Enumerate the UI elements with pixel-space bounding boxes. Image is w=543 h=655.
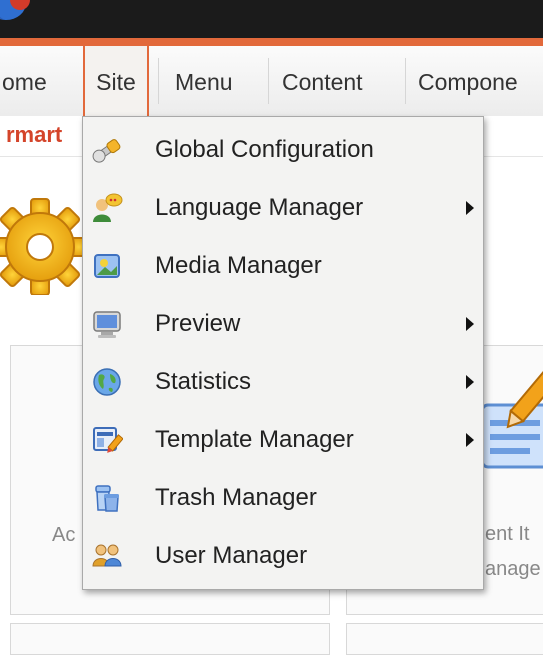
- template-icon: [93, 427, 123, 453]
- dropdown-item-template-manager[interactable]: Template Manager: [83, 411, 483, 469]
- dropdown-item-preview[interactable]: Preview: [83, 295, 483, 353]
- menu-separator: [158, 58, 159, 104]
- dropdown-item-label: Statistics: [155, 368, 252, 395]
- cpanel-tile-right-label-line2: anage: [485, 558, 541, 580]
- header-accent-rule: [0, 38, 543, 46]
- dropdown-item-label: User Manager: [155, 542, 308, 569]
- menu-item-menu[interactable]: Menu: [175, 46, 255, 116]
- dropdown-item-label: Preview: [155, 310, 241, 337]
- admin-header: [0, 0, 543, 38]
- dropdown-item-language-manager[interactable]: Language Manager: [83, 179, 483, 237]
- submenu-arrow-icon: [466, 201, 474, 215]
- submenu-arrow-icon: [466, 317, 474, 331]
- dropdown-item-trash-manager[interactable]: Trash Manager: [83, 469, 483, 527]
- menu-item-home[interactable]: ome: [0, 46, 72, 116]
- menu-item-content[interactable]: Content: [282, 46, 392, 116]
- site-dropdown-menu: Global Configuration Language Manager Me…: [82, 116, 484, 590]
- dropdown-item-label: Template Manager: [155, 426, 354, 453]
- dropdown-item-user-manager[interactable]: User Manager: [83, 527, 483, 585]
- dropdown-item-label: Language Manager: [155, 194, 364, 221]
- wrench-icon: [92, 139, 121, 163]
- language-icon: [93, 193, 123, 222]
- dropdown-item-media-manager[interactable]: Media Manager: [83, 237, 483, 295]
- cpanel-tile-right-label-line1: ent It: [485, 523, 530, 545]
- menu-separator: [405, 58, 406, 104]
- menu-separator: [268, 58, 269, 104]
- dropdown-item-global-configuration[interactable]: Global Configuration: [83, 121, 483, 179]
- menu-item-components[interactable]: Compone: [418, 46, 543, 116]
- gear-icon: [0, 198, 86, 295]
- cpanel-tile-left-label: Ac: [52, 524, 76, 546]
- media-icon: [94, 254, 120, 278]
- cpanel-tile-bottom-right[interactable]: [346, 623, 543, 655]
- menu-item-site[interactable]: Site: [83, 46, 149, 116]
- dropdown-item-label: Trash Manager: [155, 484, 317, 511]
- submenu-link[interactable]: rmart: [6, 122, 62, 148]
- cpanel-tile-bottom-left[interactable]: [10, 623, 330, 655]
- dropdown-item-label: Global Configuration: [155, 136, 374, 163]
- dropdown-item-label: Media Manager: [155, 252, 322, 279]
- globe-icon: [93, 368, 121, 396]
- submenu-arrow-icon: [466, 375, 474, 389]
- users-icon: [92, 544, 122, 567]
- trash-icon: [95, 485, 119, 512]
- submenu-arrow-icon: [466, 433, 474, 447]
- monitor-icon: [93, 311, 121, 338]
- dropdown-item-statistics[interactable]: Statistics: [83, 353, 483, 411]
